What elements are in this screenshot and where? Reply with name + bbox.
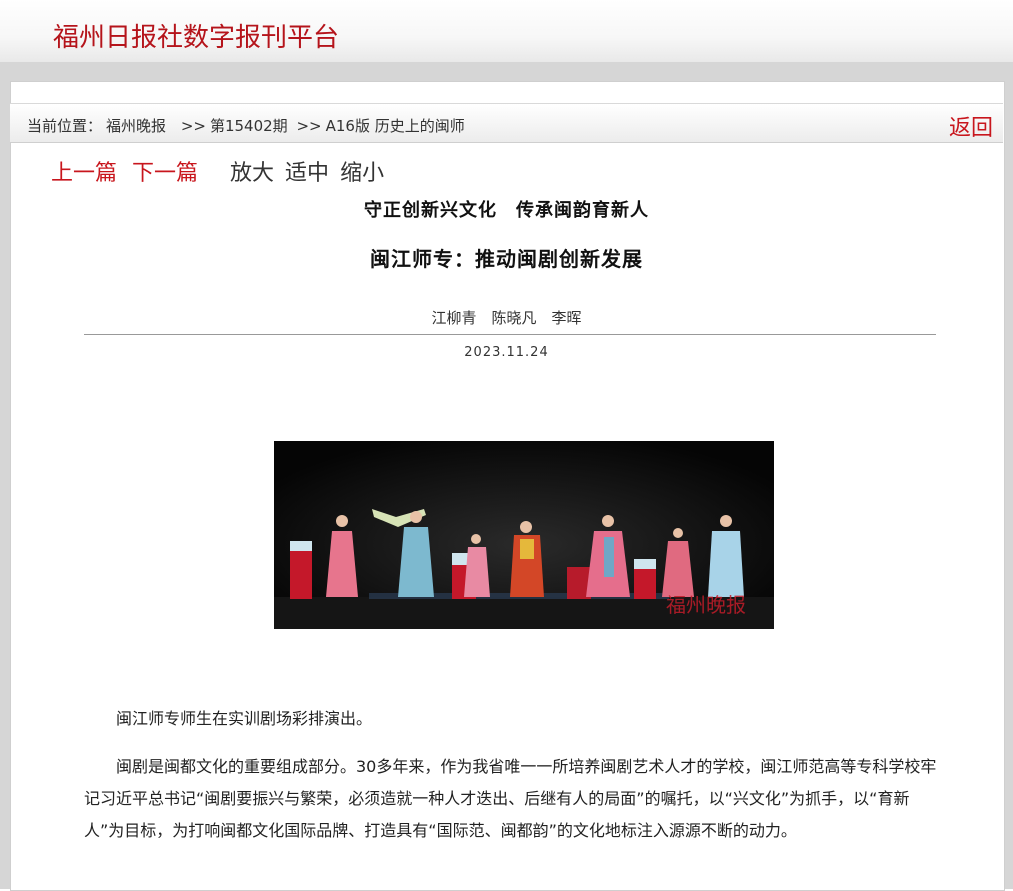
- breadcrumb-bar: 当前位置： 福州晚报 >> 第15402期 >> A16版 历史上的闽师 返回: [10, 103, 1003, 143]
- divider: [84, 334, 936, 335]
- back-link[interactable]: 返回: [949, 110, 993, 142]
- article-paragraph: 闽剧是闽都文化的重要组成部分。30多年来，作为我省唯一一所培养闽剧艺术人才的学校…: [84, 757, 937, 840]
- prev-article-link[interactable]: 上一篇: [51, 161, 117, 186]
- photo-caption: 闽江师专师生在实训剧场彩排演出。: [116, 709, 373, 728]
- breadcrumb-separator: >>: [180, 117, 206, 135]
- article-authors: 江柳青 陈晓凡 李晖: [431, 309, 582, 327]
- article-nav: 上一篇 下一篇 放大 适中 缩小: [51, 155, 388, 187]
- breadcrumb-paper-link[interactable]: 福州晚报: [106, 117, 166, 135]
- next-article-link[interactable]: 下一篇: [132, 161, 198, 186]
- photo-watermark: 福州晚报: [666, 593, 746, 617]
- breadcrumb-prefix: 当前位置：: [27, 117, 103, 135]
- site-header: 福州日报社数字报刊平台: [0, 0, 1013, 63]
- breadcrumb-separator: >>: [296, 117, 322, 135]
- breadcrumb: 当前位置： 福州晚报 >> 第15402期 >> A16版 历史上的闽师: [27, 115, 469, 136]
- article-date: 2023.11.24: [464, 345, 549, 360]
- zoom-out-link[interactable]: 缩小: [340, 161, 384, 186]
- breadcrumb-issue-link[interactable]: 第15402期: [210, 117, 288, 135]
- article-subtitle: 守正创新兴文化 传承闽韵育新人: [364, 200, 649, 221]
- article-photo: 福州晚报: [274, 441, 774, 629]
- article-title: 闽江师专：推动闽剧创新发展: [370, 247, 643, 271]
- zoom-in-link[interactable]: 放大: [230, 161, 274, 186]
- breadcrumb-page-link[interactable]: A16版 历史上的闽师: [326, 117, 465, 135]
- zoom-fit-link[interactable]: 适中: [285, 161, 329, 186]
- site-title: 福州日报社数字报刊平台: [53, 23, 340, 53]
